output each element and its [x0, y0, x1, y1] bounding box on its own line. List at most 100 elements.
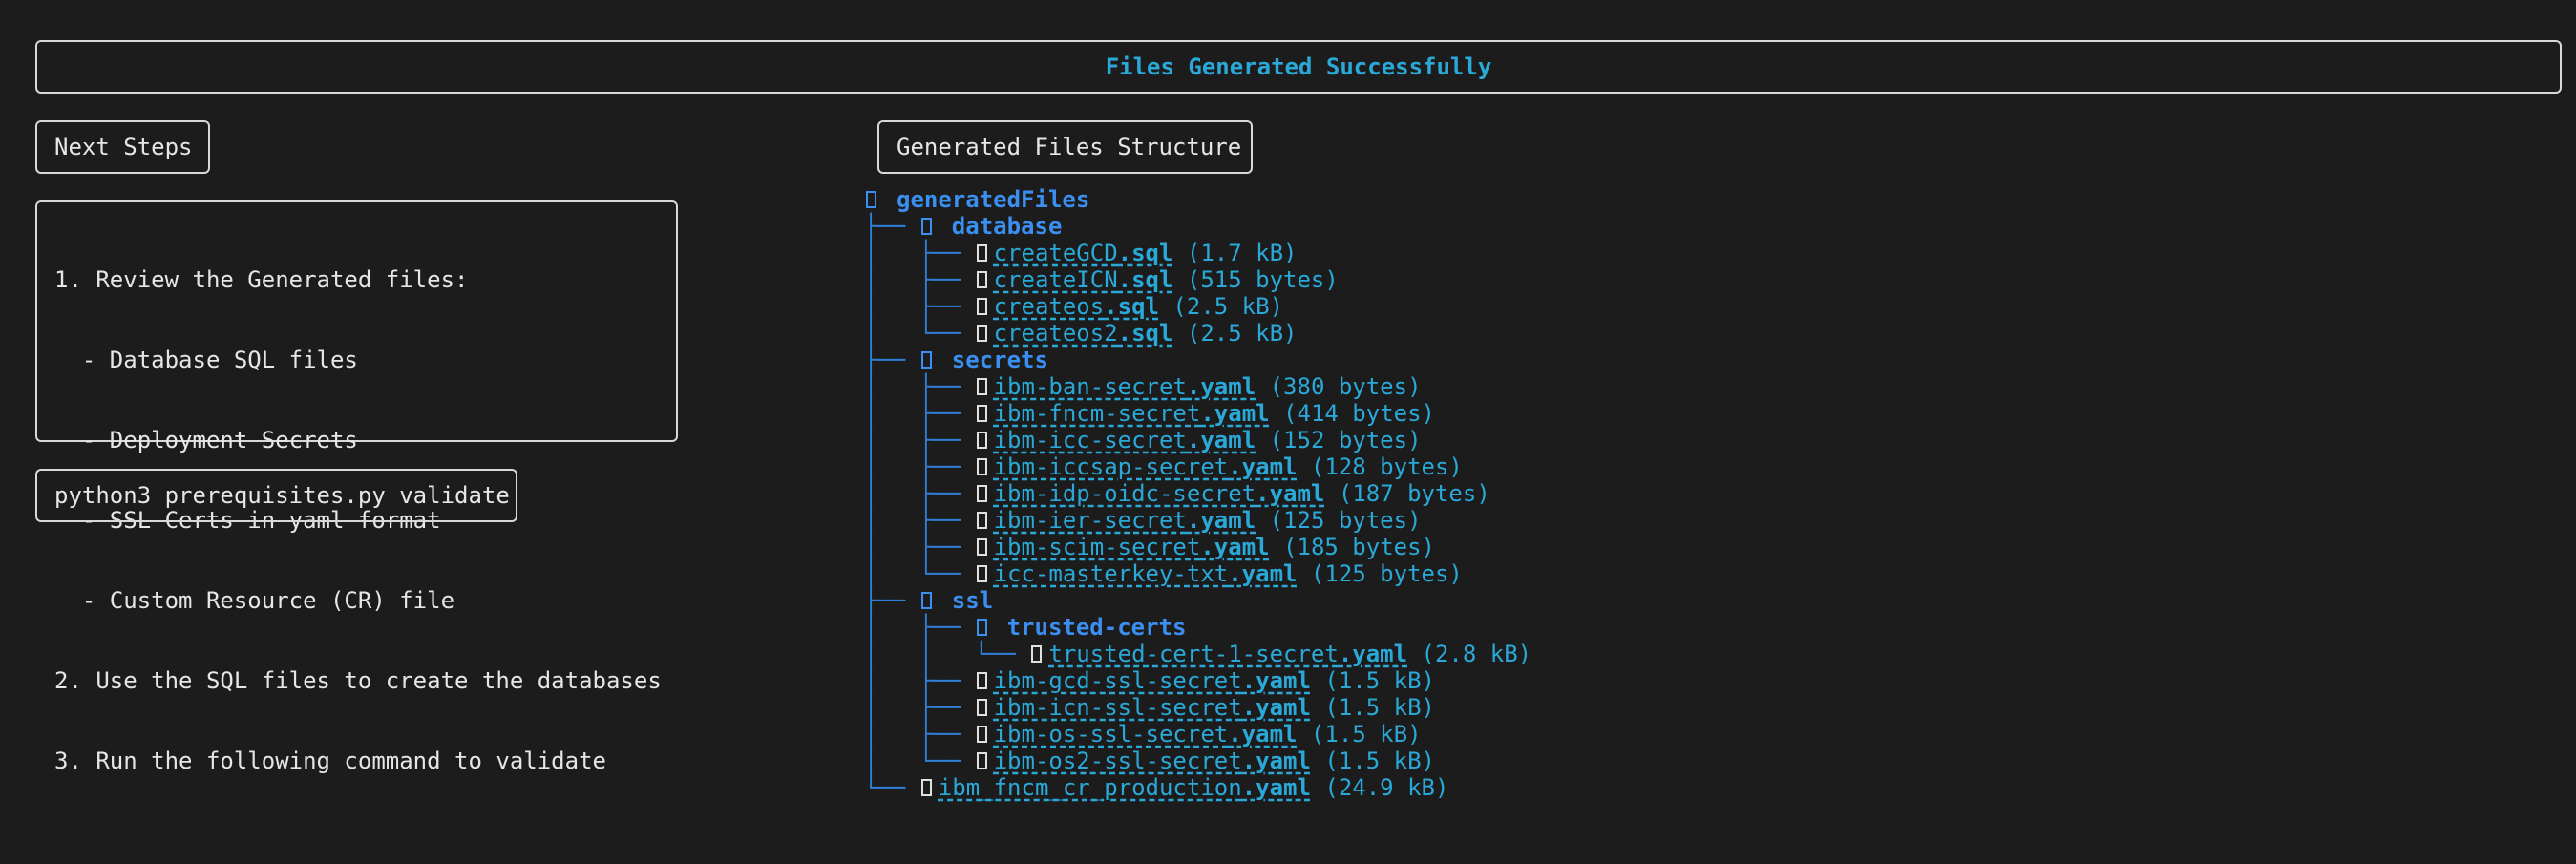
file-extension: .yaml: [1228, 721, 1298, 748]
file-row: │ ├── ibm-os-ssl-secret.yaml (1.5 kB): [864, 721, 1531, 748]
file-icon: [976, 378, 987, 395]
step-line: 2. Use the SQL files to create the datab…: [54, 667, 662, 694]
next-steps-label: Next Steps: [54, 134, 193, 160]
file-icon: [976, 752, 987, 769]
step-line: - Custom Resource (CR) file: [54, 587, 455, 614]
file-icon: [920, 779, 932, 796]
file-row: │ └── ibm-os2-ssl-secret.yaml (1.5 kB): [864, 748, 1531, 774]
folder-row: │ ├── trusted-certs: [864, 614, 1531, 641]
file-row: │ ├── ibm-icc-secret.yaml (152 bytes): [864, 427, 1531, 453]
file-icon: [976, 512, 987, 529]
file-link[interactable]: ibm-icc-secret.yaml: [994, 427, 1256, 453]
file-icon: [976, 538, 987, 556]
file-icon: [976, 726, 987, 743]
file-extension: .yaml: [1228, 453, 1298, 480]
file-extension: .yaml: [1200, 400, 1270, 427]
validate-command: python3 prerequisites.py validate: [54, 482, 510, 509]
file-size: (24.9 kB): [1310, 774, 1449, 801]
file-link[interactable]: trusted-cert-1-secret.yaml: [1048, 641, 1407, 667]
file-link[interactable]: ibm_fncm_cr_production.yaml: [939, 774, 1311, 801]
folder-row: ├── database: [864, 213, 1531, 240]
file-icon: [976, 298, 987, 315]
tree-guide: │ ├──: [864, 721, 975, 748]
tree-guide: │ ├──: [864, 453, 975, 480]
file-basename: ibm-scim-secret: [993, 534, 1201, 560]
file-size: (187 bytes): [1324, 480, 1490, 507]
file-row: │ ├── createGCD.sql (1.7 kB): [864, 240, 1531, 266]
file-link[interactable]: createos.sql: [994, 293, 1159, 320]
file-row: │ ├── ibm-icn-ssl-secret.yaml (1.5 kB): [864, 694, 1531, 721]
file-link[interactable]: ibm-icn-ssl-secret.yaml: [994, 694, 1311, 721]
file-extension: .yaml: [1256, 480, 1325, 507]
file-row: │ ├── createos.sql (2.5 kB): [864, 293, 1531, 320]
next-steps-header: Next Steps: [35, 120, 210, 174]
file-link[interactable]: ibm-ier-secret.yaml: [994, 507, 1256, 534]
tree-guide: │ ├──: [864, 667, 975, 694]
step-line: 3. Run the following command to validate: [54, 748, 606, 774]
tree-guide: │ ├──: [864, 534, 975, 560]
file-size: (152 bytes): [1256, 427, 1422, 453]
file-row: │ ├── ibm-fncm-secret.yaml (414 bytes): [864, 400, 1531, 427]
tree-guide: │ ├──: [864, 266, 975, 293]
file-extension: .yaml: [1241, 774, 1311, 801]
folder-name: trusted-certs: [1006, 614, 1187, 641]
file-extension: .yaml: [1186, 507, 1256, 534]
file-row: │ └── createos2.sql (2.5 kB): [864, 320, 1531, 347]
file-icon: [1031, 645, 1043, 663]
tree-guide: │ ├──: [864, 614, 975, 641]
file-link[interactable]: ibm-iccsap-secret.yaml: [994, 453, 1298, 480]
file-link[interactable]: ibm-fncm-secret.yaml: [994, 400, 1270, 427]
file-row: │ │ └── trusted-cert-1-secret.yaml (2.8 …: [864, 641, 1531, 667]
file-link[interactable]: createICN.sql: [994, 266, 1173, 293]
file-icon: [976, 672, 987, 689]
file-link[interactable]: ibm-os-ssl-secret.yaml: [994, 721, 1298, 748]
file-icon: [976, 271, 987, 288]
file-icon: [976, 405, 987, 422]
folder-name: ssl: [951, 587, 994, 614]
file-size: (1.5 kB): [1310, 667, 1435, 694]
file-basename: createos: [993, 293, 1105, 320]
file-size: (414 bytes): [1269, 400, 1435, 427]
file-basename: ibm-os2-ssl-secret: [993, 748, 1242, 774]
tree-guide: ├──: [864, 347, 919, 373]
file-row: │ ├── ibm-ier-secret.yaml (125 bytes): [864, 507, 1531, 534]
tree-guide: ├──: [864, 213, 919, 240]
file-extension: .yaml: [1186, 427, 1256, 453]
file-extension: .yaml: [1228, 560, 1298, 587]
file-link[interactable]: ibm-os2-ssl-secret.yaml: [994, 748, 1311, 774]
tree-guide: │ ├──: [864, 400, 975, 427]
file-link[interactable]: ibm-gcd-ssl-secret.yaml: [994, 667, 1311, 694]
file-extension: .sql: [1117, 240, 1173, 266]
file-link[interactable]: createGCD.sql: [994, 240, 1173, 266]
file-extension: .yaml: [1186, 373, 1256, 400]
file-size: (380 bytes): [1256, 373, 1422, 400]
file-basename: ibm-fncm-secret: [993, 400, 1201, 427]
tree-guide: └──: [864, 774, 919, 801]
file-size: (125 bytes): [1297, 560, 1463, 587]
file-link[interactable]: icc-masterkey-txt.yaml: [994, 560, 1298, 587]
file-link[interactable]: ibm-scim-secret.yaml: [994, 534, 1270, 560]
file-basename: ibm-ier-secret: [993, 507, 1187, 534]
file-icon: [976, 244, 987, 262]
file-size: (2.8 kB): [1407, 641, 1532, 667]
tree-guide: │ └──: [864, 320, 975, 347]
file-row: │ ├── createICN.sql (515 bytes): [864, 266, 1531, 293]
file-size: (1.5 kB): [1297, 721, 1422, 748]
tree-guide: │ │ └──: [864, 641, 1030, 667]
file-icon: [976, 325, 987, 342]
file-basename: ibm-icn-ssl-secret: [993, 694, 1242, 721]
file-extension: .yaml: [1241, 748, 1311, 774]
root-row: generatedFiles: [864, 186, 1531, 213]
folder-icon: [976, 619, 987, 636]
folder-name: database: [951, 213, 1063, 240]
file-link[interactable]: ibm-idp-oidc-secret.yaml: [994, 480, 1325, 507]
file-link[interactable]: ibm-ban-secret.yaml: [994, 373, 1256, 400]
folder-row: ├── ssl: [864, 587, 1531, 614]
file-icon: [976, 699, 987, 716]
terminal-output: Files Generated Successfully Next Steps …: [0, 0, 2576, 864]
file-row: │ ├── ibm-idp-oidc-secret.yaml (187 byte…: [864, 480, 1531, 507]
file-size: (125 bytes): [1256, 507, 1422, 534]
file-icon: [976, 485, 987, 502]
file-link[interactable]: createos2.sql: [994, 320, 1173, 347]
tree-guide: ├──: [864, 587, 919, 614]
